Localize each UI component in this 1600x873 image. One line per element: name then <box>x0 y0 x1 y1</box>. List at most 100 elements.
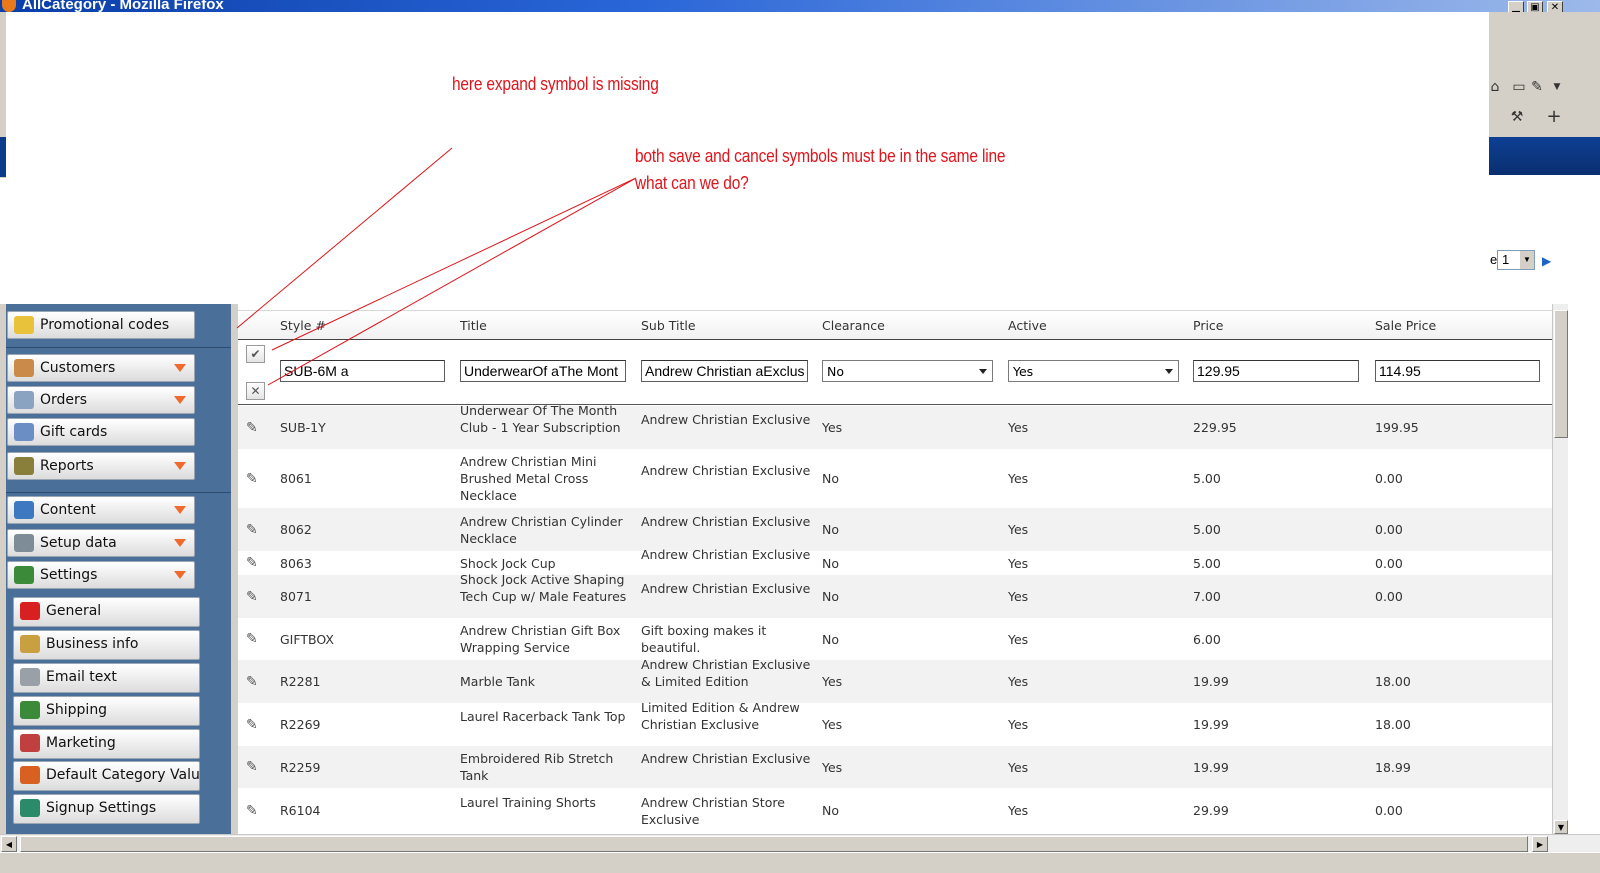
right-gutter <box>1568 304 1600 834</box>
title-input[interactable]: UnderwearOf aThe Mont <box>460 360 626 382</box>
chevron-down-icon: ▼ <box>1520 251 1534 269</box>
active-select[interactable]: Yes <box>1008 360 1179 382</box>
column-header-clearance[interactable]: Clearance <box>822 318 885 333</box>
edit-pencil-icon[interactable]: ✎ <box>246 522 262 538</box>
cell-clearance: No <box>822 556 839 571</box>
clearance-select[interactable]: No <box>822 360 993 382</box>
sidebar-item-setup-data[interactable]: Setup data <box>7 529 195 557</box>
edit-pencil-icon[interactable]: ✎ <box>246 759 262 775</box>
settings-item-marketing[interactable]: Marketing <box>13 729 200 759</box>
column-header-style[interactable]: Style # <box>280 318 326 333</box>
save-check-icon[interactable]: ✔ <box>246 345 265 363</box>
column-header-title[interactable]: Title <box>460 318 487 333</box>
edit-pencil-icon[interactable]: ✎ <box>246 803 262 819</box>
cell-style: 8061 <box>280 471 312 486</box>
window-title: AllCategory - Mozilla Firefox <box>22 0 224 12</box>
sidebar-item-customers[interactable]: Customers <box>7 354 195 382</box>
table-row[interactable]: ✎ R2281 Marble Tank Andrew Christian Exclus… <box>238 657 1552 703</box>
horizontal-scrollbar[interactable]: ◀ ▶ <box>0 834 1600 852</box>
expand-caret-icon[interactable] <box>174 571 186 579</box>
settings-item-general[interactable]: General <box>13 597 200 627</box>
sale-price-input[interactable]: 114.95 <box>1375 360 1540 382</box>
settings-item-signup-settings[interactable]: Signup Settings <box>13 794 200 824</box>
scroll-thumb[interactable] <box>1554 310 1568 438</box>
edit-pencil-icon[interactable]: ✎ <box>246 420 262 436</box>
new-tab-icon[interactable]: + <box>1545 108 1563 126</box>
settings-item-label: Email text <box>46 669 117 685</box>
cell-style: 8062 <box>280 522 312 537</box>
table-row[interactable]: ✎ R2269 Laurel Racerback Tank Top Limited E… <box>238 700 1552 746</box>
sidebar-item-label: Promotional codes <box>40 317 170 333</box>
next-page-icon[interactable]: ▶ <box>1542 254 1554 268</box>
cell-subtitle: Gift boxing makes it beautiful. <box>641 623 767 655</box>
expand-caret-icon[interactable] <box>174 396 186 404</box>
sidebar-item-settings[interactable]: Settings <box>7 561 195 589</box>
page-select[interactable]: 1 ▼ <box>1497 250 1535 270</box>
toolbar-dropdown-icon[interactable]: ▼ <box>1548 78 1566 96</box>
table-row[interactable]: ✎ 8071 Shock Jock Active Shaping Tech Cup … <box>238 572 1552 618</box>
edit-pencil-icon[interactable]: ✎ <box>246 631 262 647</box>
chevron-down-icon <box>1165 369 1173 374</box>
people-icon <box>14 359 34 377</box>
settings-item-label: Signup Settings <box>46 800 157 816</box>
edit-pencil-icon[interactable]: ✎ <box>246 717 262 733</box>
table-row[interactable]: ✎ 8061 Andrew Christian Mini Brushed Metal… <box>238 449 1552 508</box>
table-row[interactable]: ✎ SUB-1Y Underwear Of The Month Club - 1 Y… <box>238 403 1552 449</box>
sidebar-item-content[interactable]: Content <box>7 496 195 524</box>
settings-item-default-category-values[interactable]: Default Category Values <box>13 761 200 791</box>
settings-item-label: Shipping <box>46 702 108 718</box>
screen: AllCategory - Mozilla Firefox ▁ ▣ ✕ ⌂ ▭ … <box>0 0 1600 873</box>
cell-subtitle: Andrew Christian Exclusive <box>641 581 811 596</box>
sidebar-item-gift-cards[interactable]: Gift cards <box>7 418 195 446</box>
sidebar-item-orders[interactable]: Orders <box>7 386 195 414</box>
cell-sale-price: 0.00 <box>1375 556 1403 571</box>
column-header-active[interactable]: Active <box>1008 318 1047 333</box>
cell-price: 229.95 <box>1193 420 1237 435</box>
edit-pencil-icon[interactable]: ✎ <box>246 471 262 487</box>
table-row[interactable]: ✎ 8063 Shock Jock Cup Andrew Christian Excl… <box>238 547 1552 575</box>
expand-caret-icon[interactable] <box>174 539 186 547</box>
edit-pencil-icon[interactable]: ✎ <box>246 555 262 571</box>
wrench-icon[interactable]: ⚒ <box>1508 108 1526 126</box>
table-row[interactable]: ✎ 8062 Andrew Christian Cylinder Necklace A… <box>238 508 1552 551</box>
extension-icon[interactable]: ✎ <box>1528 78 1546 96</box>
cancel-x-icon[interactable]: ✕ <box>246 382 265 400</box>
column-header-price[interactable]: Price <box>1193 318 1224 333</box>
cell-title: Underwear Of The Month Club - 1 Year Sub… <box>460 403 621 435</box>
sidebar-item-label: Orders <box>40 392 88 408</box>
sidebar-item-label: Settings <box>40 567 98 583</box>
settings-item-shipping[interactable]: Shipping <box>13 696 200 726</box>
subtitle-input[interactable]: Andrew Christian aExclus <box>641 360 808 382</box>
expand-caret-icon[interactable] <box>174 462 186 470</box>
cell-price: 5.00 <box>1193 556 1221 571</box>
edit-pencil-icon[interactable]: ✎ <box>246 674 262 690</box>
scroll-left-icon[interactable]: ◀ <box>1 836 17 852</box>
tab-counter-icon[interactable]: ▭ <box>1510 78 1528 96</box>
cell-active: Yes <box>1008 420 1029 435</box>
table-row[interactable]: ✎ R2259 Embroidered Rib Stretch Tank Andrew… <box>238 746 1552 788</box>
cell-sale-price: 0.00 <box>1375 589 1403 604</box>
cell-sale-price: 0.00 <box>1375 471 1403 486</box>
cell-title: Shock Jock Cup <box>460 556 556 571</box>
scroll-down-icon[interactable]: ▼ <box>1554 820 1568 834</box>
horizontal-scroll-thumb[interactable] <box>20 836 1528 852</box>
cell-price: 6.00 <box>1193 632 1221 647</box>
price-input[interactable]: 129.95 <box>1193 360 1359 382</box>
settings-item-email-text[interactable]: Email text <box>13 663 200 693</box>
column-header-sale-price[interactable]: Sale Price <box>1375 318 1436 333</box>
vertical-scrollbar[interactable]: ▼ <box>1552 304 1568 834</box>
style-input[interactable]: SUB-6M a <box>280 360 445 382</box>
expand-caret-icon[interactable] <box>174 506 186 514</box>
cell-active: Yes <box>1008 717 1029 732</box>
expand-caret-icon[interactable] <box>174 364 186 372</box>
column-header-subtitle[interactable]: Sub Title <box>641 318 696 333</box>
cell-active: Yes <box>1008 803 1029 818</box>
table-row[interactable]: ✎ R6104 Laurel Training Shorts Andrew Chris… <box>238 788 1552 833</box>
scroll-right-icon[interactable]: ▶ <box>1532 836 1548 852</box>
edit-pencil-icon[interactable]: ✎ <box>246 589 262 605</box>
cell-clearance: No <box>822 803 839 818</box>
sidebar-item-promotional-codes[interactable]: Promotional codes <box>7 311 195 339</box>
sidebar-item-reports[interactable]: Reports <box>7 452 195 480</box>
settings-item-business-info[interactable]: Business info <box>13 630 200 660</box>
table-row[interactable]: ✎ GIFTBOX Andrew Christian Gift Box Wrappi… <box>238 618 1552 660</box>
